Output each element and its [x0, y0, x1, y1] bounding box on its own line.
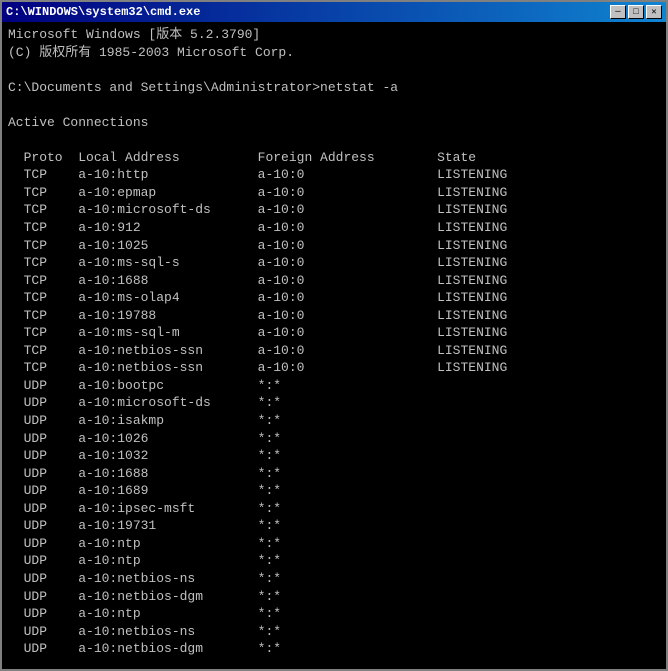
- title-bar: C:\WINDOWS\system32\cmd.exe ─ □ ✕: [2, 2, 666, 22]
- title-bar-text: C:\WINDOWS\system32\cmd.exe: [6, 5, 200, 19]
- cmd-window: C:\WINDOWS\system32\cmd.exe ─ □ ✕ Micros…: [0, 0, 668, 671]
- close-button[interactable]: ✕: [646, 5, 662, 19]
- title-bar-buttons: ─ □ ✕: [610, 5, 662, 19]
- maximize-button[interactable]: □: [628, 5, 644, 19]
- console-output: Microsoft Windows [版本 5.2.3790] (C) 版权所有…: [2, 22, 666, 669]
- console-text: Microsoft Windows [版本 5.2.3790] (C) 版权所有…: [8, 26, 660, 669]
- minimize-button[interactable]: ─: [610, 5, 626, 19]
